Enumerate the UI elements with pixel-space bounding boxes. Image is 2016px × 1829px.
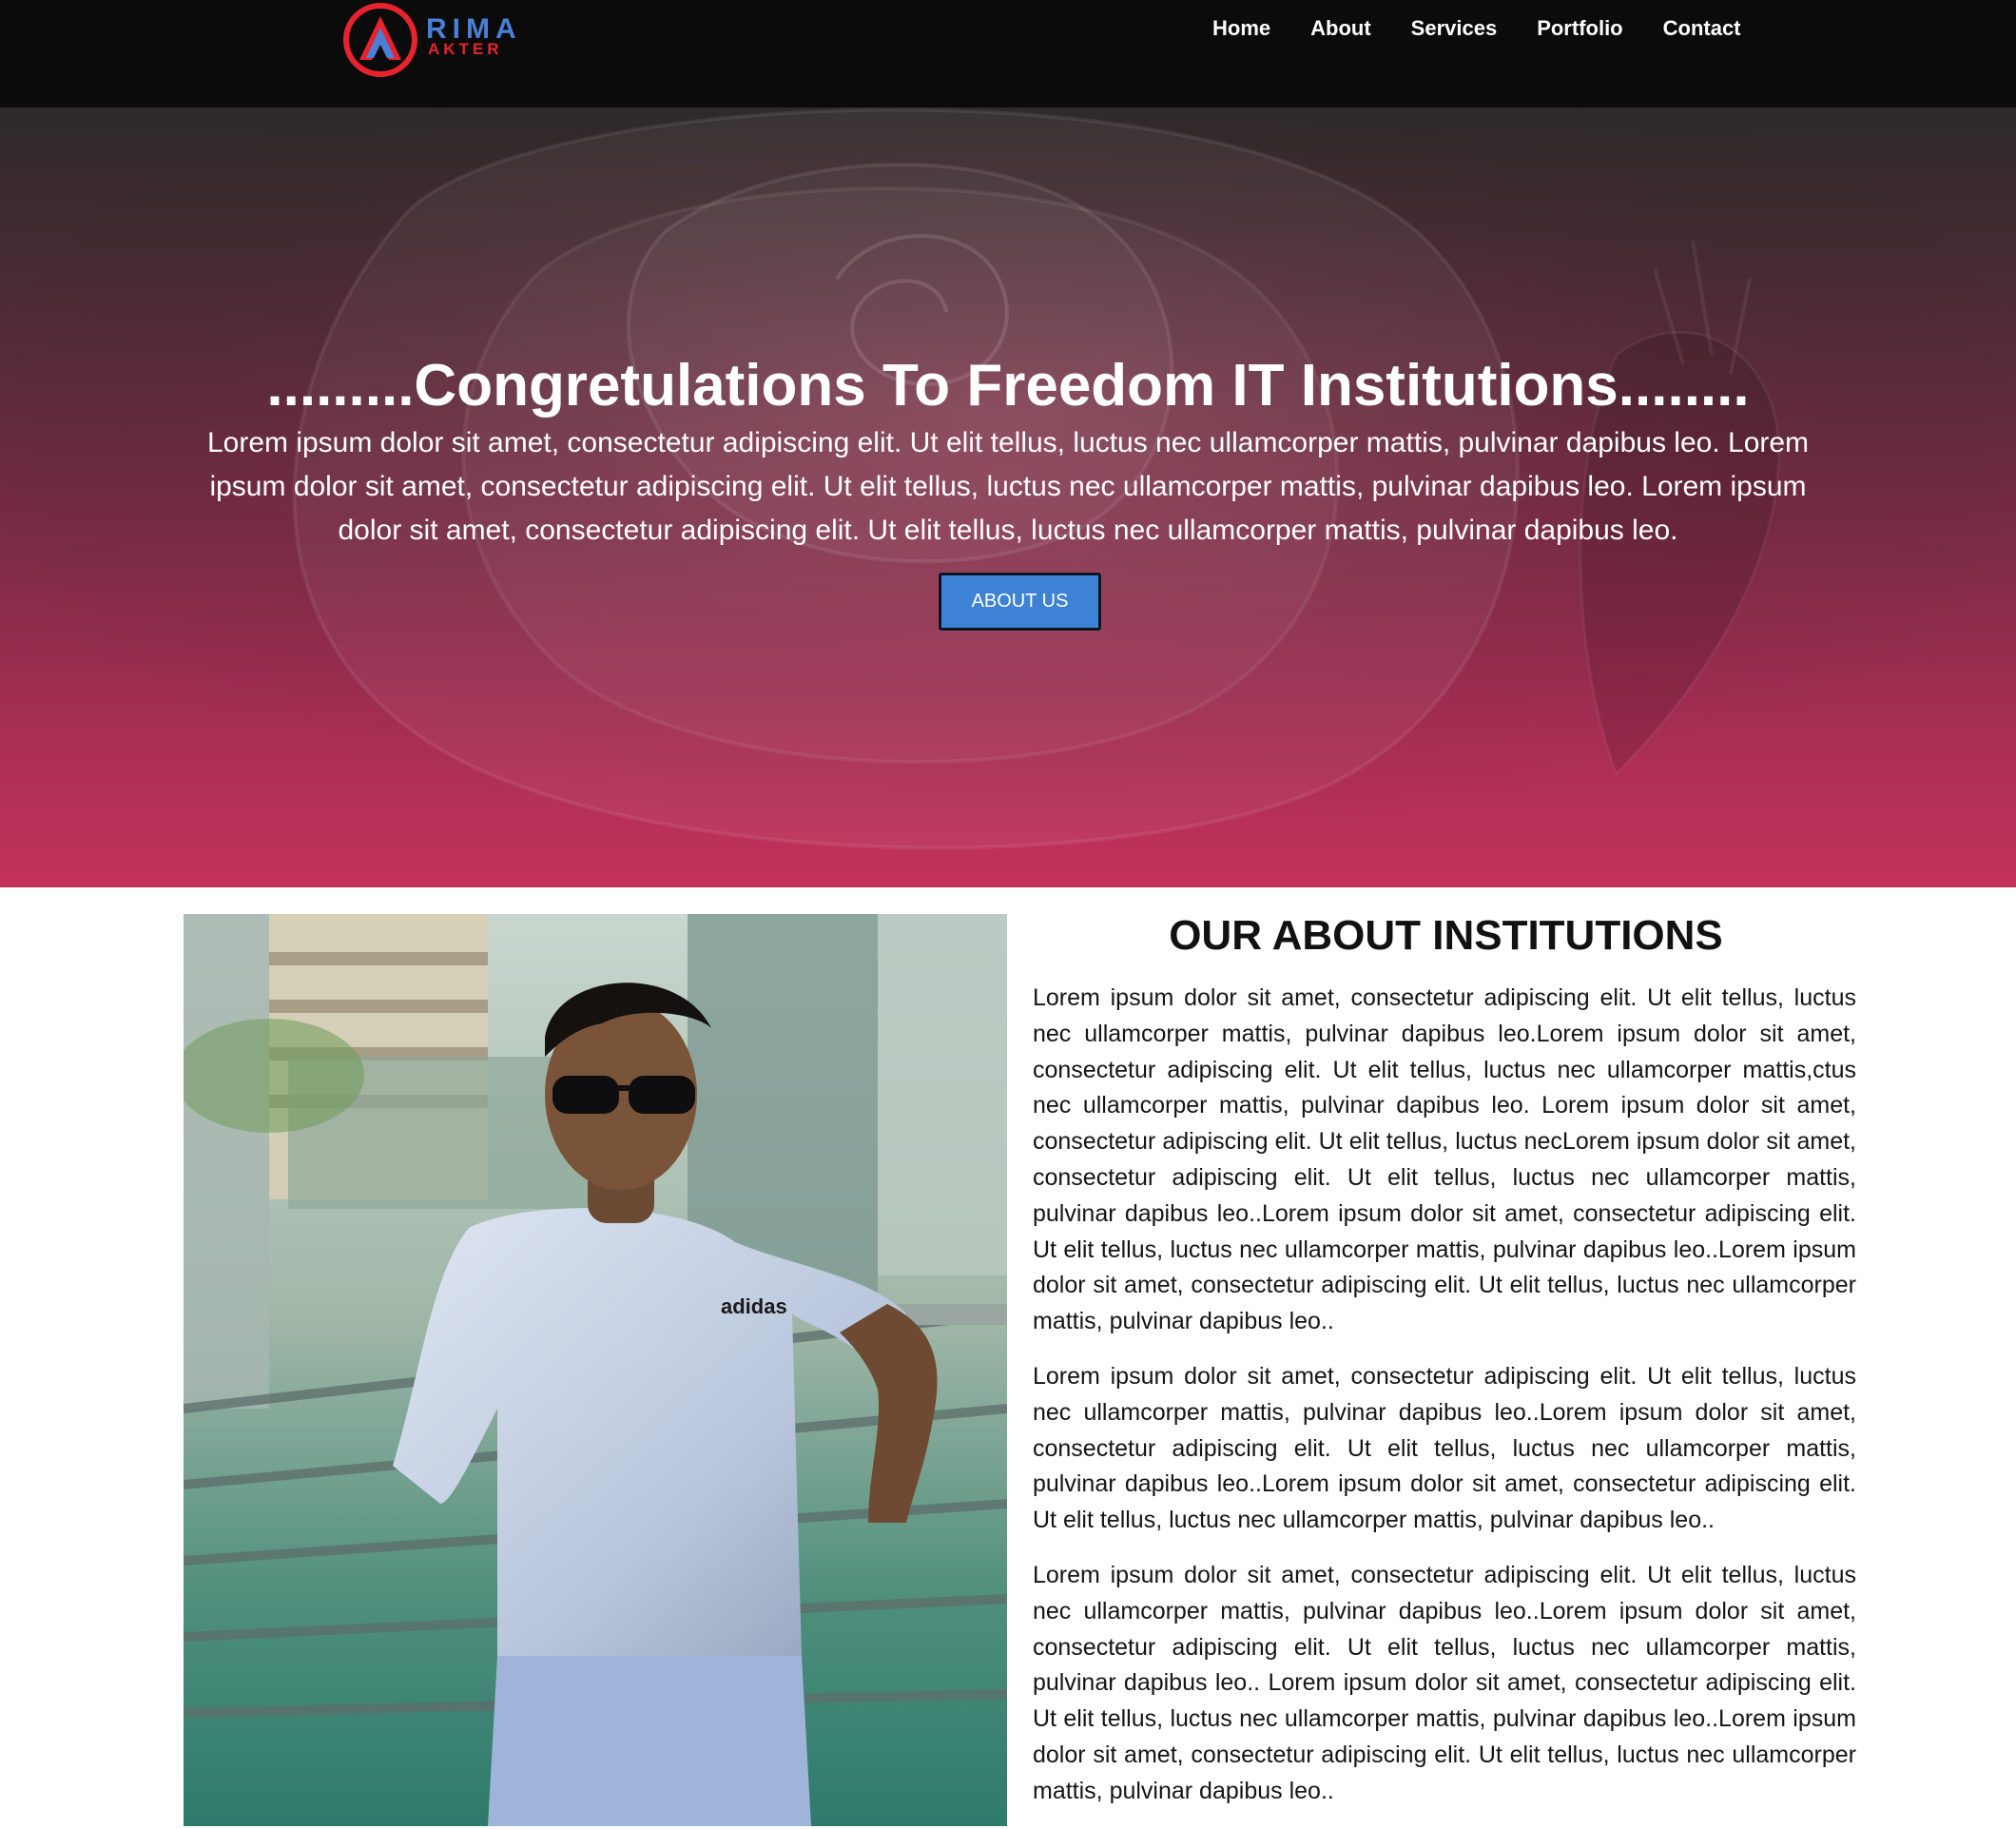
about-paragraph-2: Lorem ipsum dolor sit amet, consectetur …	[1033, 1362, 1856, 1534]
shirt-logo-text: adidas	[721, 1294, 787, 1318]
nav-contact-link[interactable]: Contact	[1663, 15, 1741, 42]
about-heading: OUR ABOUT INSTITUTIONS	[1169, 912, 1723, 959]
about-paragraph-3: Lorem ipsum dolor sit amet, consectetur …	[1033, 1561, 1856, 1804]
top-navbar: RIMA AKTER Home About Services Portfolio…	[0, 0, 2016, 107]
nav-services-link[interactable]: Services	[1411, 15, 1498, 42]
logo-emblem-icon	[343, 3, 417, 77]
nav-home-link[interactable]: Home	[1212, 15, 1270, 42]
hero-description: Lorem ipsum dolor sit amet, consectetur …	[206, 427, 1810, 546]
nav-about-link[interactable]: About	[1310, 15, 1371, 42]
hero-title: .........Congretulations To Freedom IT I…	[266, 353, 1750, 418]
logo-subtitle: AKTER	[428, 40, 503, 58]
about-us-button[interactable]: ABOUT US	[939, 573, 1101, 631]
main-nav: Home About Services Portfolio Contact	[1212, 15, 1781, 42]
site-logo[interactable]: RIMA AKTER	[342, 0, 542, 82]
hero-banner: .........Congretulations To Freedom IT I…	[0, 107, 2016, 887]
about-profile-photo: adidas	[184, 914, 1007, 1826]
profile-photo-image: adidas	[184, 914, 1007, 1826]
about-paragraph-1: Lorem ipsum dolor sit amet, consectetur …	[1033, 984, 1856, 1335]
about-body-text: Lorem ipsum dolor sit amet, consectetur …	[1033, 981, 1856, 1829]
nav-portfolio-link[interactable]: Portfolio	[1537, 15, 1622, 42]
